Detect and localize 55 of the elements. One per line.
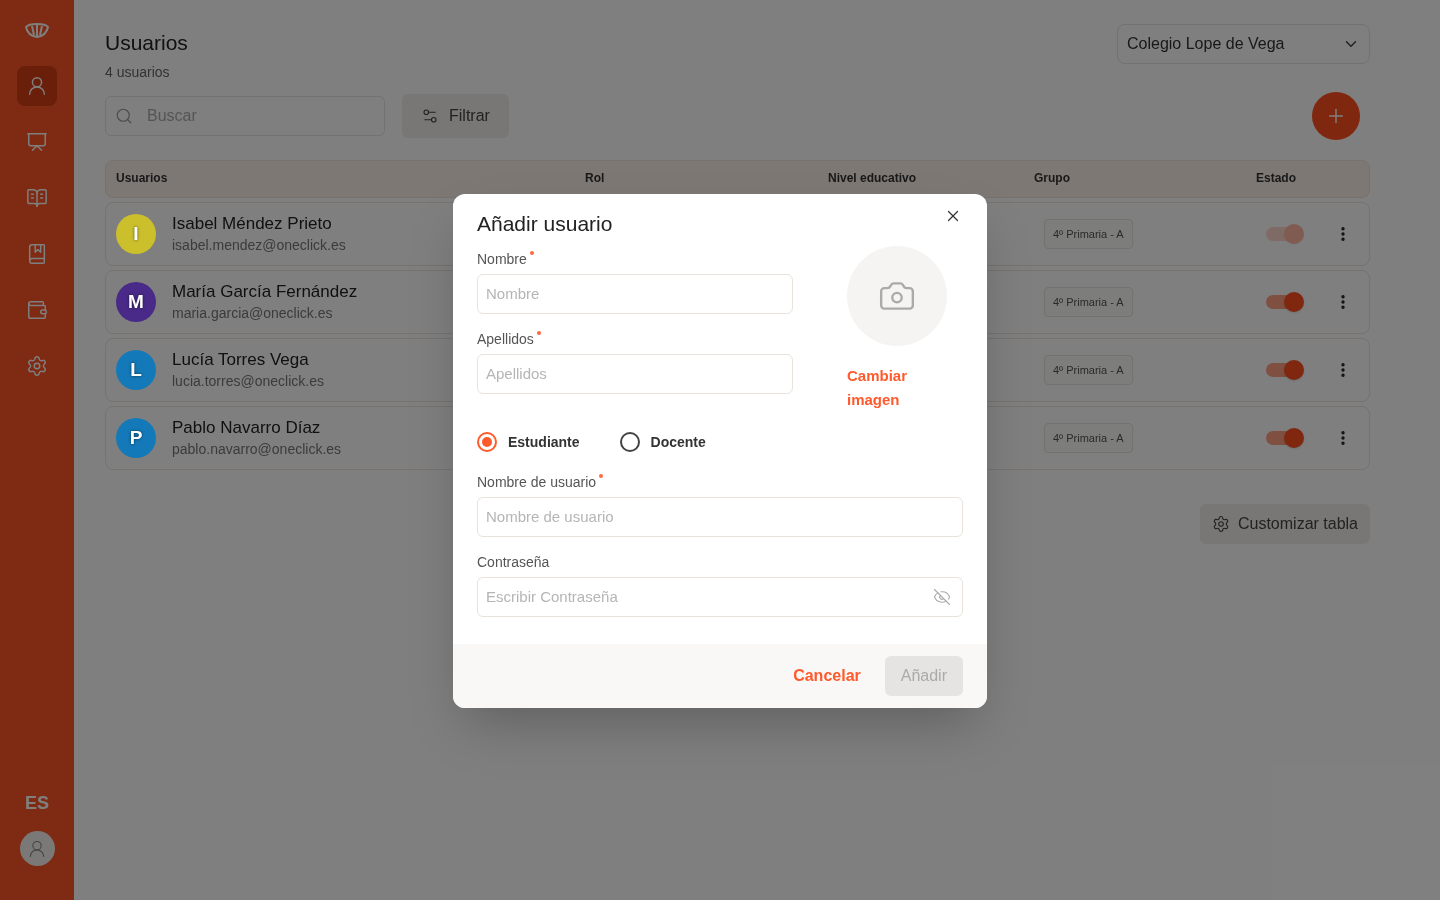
sliders-icon	[421, 107, 439, 125]
column-header: Rol	[585, 171, 606, 185]
user-name: Lucía Torres Vega	[172, 348, 310, 371]
bookmarked-book-icon	[26, 243, 48, 265]
page-title: Usuarios	[105, 30, 188, 56]
school-select[interactable]: Colegio Lope de Vega	[1117, 24, 1370, 64]
text-field[interactable]: Escribir Contraseña	[477, 576, 963, 617]
cancel-button[interactable]: Cancelar	[793, 664, 861, 688]
status-toggle[interactable]	[1266, 360, 1304, 380]
search-icon	[115, 107, 133, 125]
user-icon	[26, 75, 48, 97]
text-field[interactable]: Nombre	[477, 273, 793, 314]
column-header: Grupo	[1034, 171, 1071, 185]
add-user-button[interactable]	[1312, 92, 1360, 140]
settings-icon	[1211, 515, 1230, 533]
group-tag: 4º Primaria - A	[1044, 354, 1133, 386]
settings-icon	[26, 355, 48, 377]
role-radio[interactable]: Estudiante	[477, 431, 580, 453]
dialog-title: Añadir usuario	[477, 211, 613, 237]
status-toggle[interactable]	[1266, 428, 1304, 448]
user-name: Isabel Méndez Prieto	[172, 212, 333, 235]
filter-button[interactable]: Filtrar	[402, 94, 509, 138]
text-field[interactable]: Apellidos	[477, 353, 793, 394]
avatar: L	[116, 350, 156, 390]
user-email: pablo.navarro@oneclick.es	[172, 439, 342, 459]
user-name: Pablo Navarro Díaz	[172, 416, 322, 439]
group-tag: 4º Primaria - A	[1044, 286, 1133, 318]
text-field[interactable]: Nombre de usuario	[477, 496, 963, 537]
open-book-icon	[26, 187, 48, 209]
group-tag: 4º Primaria - A	[1044, 218, 1133, 250]
presentation-board-icon	[26, 131, 48, 153]
field-label: Nombre	[477, 249, 527, 268]
sidebar-item[interactable]	[17, 66, 57, 106]
user-count: 4 usuarios	[105, 63, 171, 82]
column-header: Estado	[1256, 171, 1297, 185]
user-name: María García Fernández	[172, 280, 358, 303]
status-toggle[interactable]	[1266, 292, 1304, 312]
language-button[interactable]: ES	[25, 790, 49, 817]
user-email: lucia.torres@oneclick.es	[172, 371, 324, 391]
avatar: P	[116, 418, 156, 458]
user-email: maria.garcia@oneclick.es	[172, 303, 334, 323]
column-header: Usuarios	[116, 171, 169, 185]
user-email: isabel.mendez@oneclick.es	[172, 235, 346, 255]
avatar: I	[116, 214, 156, 254]
group-tag: 4º Primaria - A	[1044, 422, 1133, 454]
hidden-eye-icon[interactable]	[933, 587, 951, 606]
customize-table-button[interactable]: Customizar tabla	[1199, 504, 1370, 544]
field-label: Contraseña	[477, 552, 550, 571]
role-radio[interactable]: Docente	[619, 431, 706, 453]
field-label: Nombre de usuario	[477, 472, 597, 491]
wallet-icon	[26, 299, 48, 321]
column-header: Nivel educativo	[828, 171, 918, 185]
profile-avatar[interactable]	[19, 831, 55, 866]
avatar: M	[116, 282, 156, 322]
user-icon	[27, 838, 47, 859]
